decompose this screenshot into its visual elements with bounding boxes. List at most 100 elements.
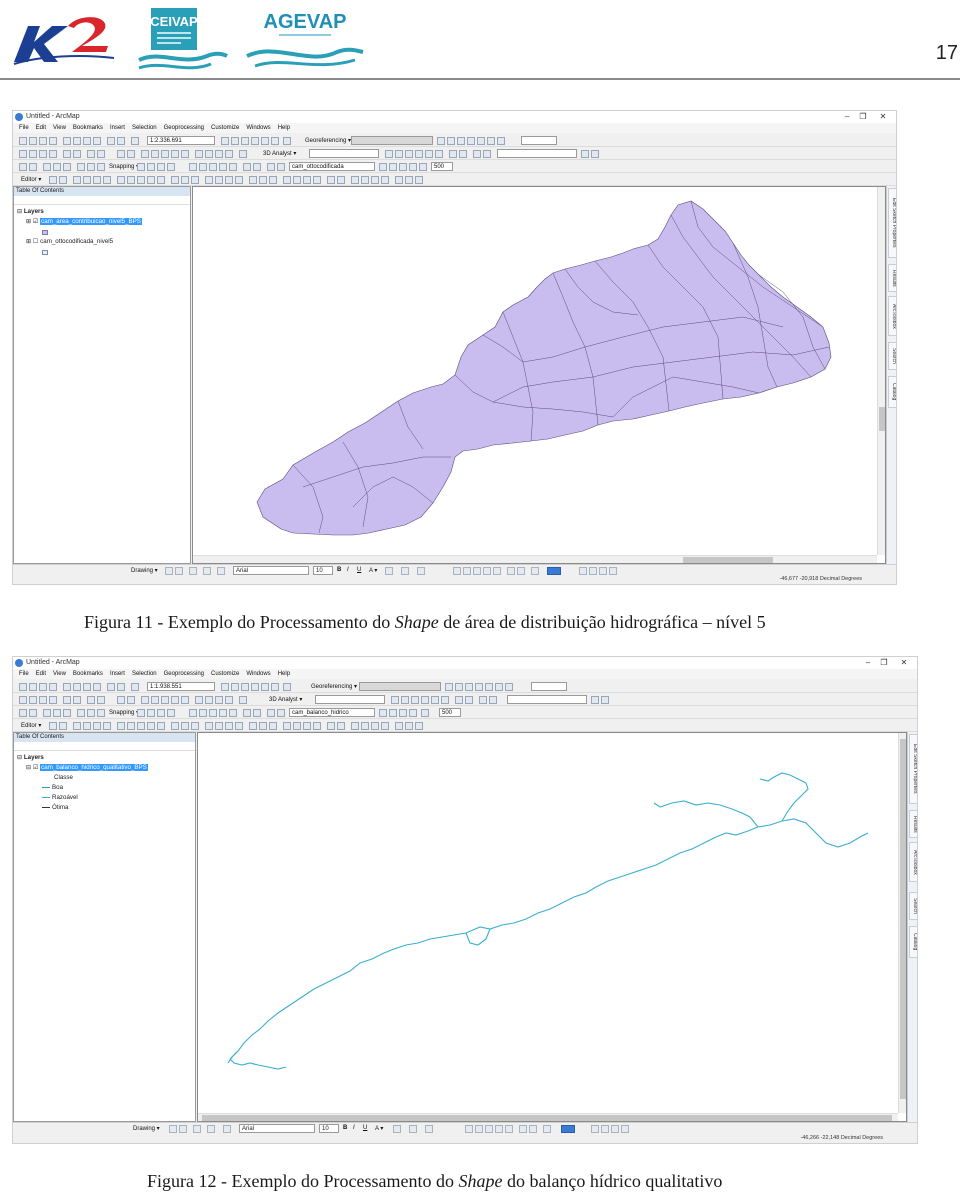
- snapping-tool-7-icon[interactable]: [87, 709, 95, 717]
- identify-icon[interactable]: [151, 696, 159, 704]
- menu-customize[interactable]: Customize: [211, 669, 239, 679]
- copy-icon[interactable]: [73, 683, 81, 691]
- editing-tool-5-icon[interactable]: [229, 163, 237, 171]
- edit-annotation-icon[interactable]: [59, 722, 67, 730]
- select-elements-icon[interactable]: [141, 696, 149, 704]
- vertex-snapping-icon[interactable]: [157, 709, 165, 717]
- editor-tool-12-icon[interactable]: [249, 176, 257, 184]
- dock-tab-catalog[interactable]: Catalog: [909, 926, 917, 958]
- menu-customize[interactable]: Customize: [211, 123, 239, 133]
- layer-tool-5-icon[interactable]: [419, 163, 427, 171]
- end-point-arc-icon[interactable]: [83, 722, 91, 730]
- editor-tool-19-icon[interactable]: [327, 176, 335, 184]
- minimize-button[interactable]: –: [863, 658, 873, 668]
- layer-tool-4-icon[interactable]: [409, 709, 417, 717]
- pan-icon[interactable]: [39, 696, 47, 704]
- find-icon[interactable]: [195, 150, 203, 158]
- find-icon[interactable]: [195, 696, 203, 704]
- forward-icon[interactable]: [97, 150, 105, 158]
- select-element-icon[interactable]: [165, 567, 173, 575]
- editor-tool-21-icon[interactable]: [351, 176, 359, 184]
- underline-button[interactable]: U: [363, 1125, 367, 1131]
- editor-tool-20-icon[interactable]: [337, 176, 345, 184]
- georef-layer-combo[interactable]: [351, 136, 433, 145]
- split-icon[interactable]: [147, 722, 155, 730]
- end-snapping-icon[interactable]: [147, 709, 155, 717]
- snapping-tool-3-icon[interactable]: [43, 709, 51, 717]
- rectangle-icon[interactable]: [193, 1125, 201, 1133]
- georef-tool-4-icon[interactable]: [467, 137, 475, 145]
- snapping-tool-1-icon[interactable]: [19, 163, 27, 171]
- effects-tool-1-icon[interactable]: [591, 696, 599, 704]
- 3d-analyst-menu[interactable]: 3D Analyst ▾: [269, 696, 302, 704]
- editing-tool-3-icon[interactable]: [209, 163, 217, 171]
- menu-geoprocessing[interactable]: Geoprocessing: [164, 669, 204, 679]
- editor-tool-14-icon[interactable]: [269, 722, 277, 730]
- zoom-out-icon[interactable]: [29, 696, 37, 704]
- layer-tool-4-icon[interactable]: [409, 163, 417, 171]
- editor-tool-26-icon[interactable]: [405, 722, 413, 730]
- layer-tool-3-icon[interactable]: [399, 163, 407, 171]
- snapping-tool-3-icon[interactable]: [43, 163, 51, 171]
- dock-tab-edit-sketch[interactable]: Edit Sketch Properties: [888, 188, 896, 258]
- sketch-properties-icon[interactable]: [181, 722, 189, 730]
- editor-tool-21-icon[interactable]: [351, 722, 359, 730]
- editor-menu[interactable]: Editor ▾: [21, 176, 41, 184]
- 3d-tool-8-icon[interactable]: [459, 150, 467, 158]
- undo-edit-icon[interactable]: [267, 163, 275, 171]
- draw-tool-6-icon[interactable]: [507, 567, 515, 575]
- draw-tool-4-icon[interactable]: [483, 567, 491, 575]
- layer-tool-2-icon[interactable]: [389, 709, 397, 717]
- find-route-icon[interactable]: [205, 150, 213, 158]
- menu-view[interactable]: View: [53, 669, 66, 679]
- clear-selection-icon[interactable]: [127, 696, 135, 704]
- editor-tool-15-icon[interactable]: [283, 722, 291, 730]
- dock-tab-arctoolbox[interactable]: ArcToolbox: [909, 842, 917, 882]
- scale-combo[interactable]: 1:1.938.551: [147, 682, 215, 691]
- hyperlink-icon[interactable]: [161, 696, 169, 704]
- text-icon[interactable]: [203, 567, 211, 575]
- vertical-scroll-thumb[interactable]: [900, 739, 906, 1099]
- editor-tool-18-icon[interactable]: [313, 722, 321, 730]
- menu-file[interactable]: File: [19, 123, 29, 133]
- editor-toolbar-icon[interactable]: [221, 683, 229, 691]
- editor-tool-13-icon[interactable]: [259, 176, 267, 184]
- clear-selection-icon[interactable]: [127, 150, 135, 158]
- editor-menu[interactable]: Editor ▾: [21, 722, 41, 730]
- draw-tool-7-icon[interactable]: [529, 1125, 537, 1133]
- menu-selection[interactable]: Selection: [132, 669, 157, 679]
- print-icon[interactable]: [49, 683, 57, 691]
- redo-icon[interactable]: [117, 683, 125, 691]
- convert-icon[interactable]: [217, 567, 225, 575]
- georef-tool-3-icon[interactable]: [457, 137, 465, 145]
- zoom-in-icon[interactable]: [19, 696, 27, 704]
- measure-icon[interactable]: [181, 696, 189, 704]
- editor-tool-17-icon[interactable]: [303, 722, 311, 730]
- menu-view[interactable]: View: [53, 123, 66, 133]
- editor-tool-22-icon[interactable]: [361, 722, 369, 730]
- rotate-element-icon[interactable]: [179, 1125, 187, 1133]
- snapping-menu[interactable]: Snapping ▾: [109, 709, 139, 717]
- toc-icon[interactable]: [231, 683, 239, 691]
- editor-tool-27-icon[interactable]: [415, 722, 423, 730]
- layer-select-combo[interactable]: cam_ottocodificada: [289, 162, 375, 171]
- snapping-tool-2-icon[interactable]: [29, 163, 37, 171]
- layer-tool-3-icon[interactable]: [399, 709, 407, 717]
- editor-tool-25-icon[interactable]: [395, 722, 403, 730]
- new-map-icon[interactable]: [19, 683, 27, 691]
- underline-button[interactable]: U: [357, 567, 361, 573]
- map-vertical-scrollbar[interactable]: [877, 187, 885, 555]
- highlight-color-icon[interactable]: [547, 567, 561, 575]
- georef-tool-1-icon[interactable]: [445, 683, 453, 691]
- bold-button[interactable]: B: [337, 567, 341, 573]
- editor-tool-16-icon[interactable]: [293, 176, 301, 184]
- 3d-tool-7-icon[interactable]: [455, 696, 463, 704]
- font-combo[interactable]: Arial: [233, 566, 309, 575]
- editing-tool-6-icon[interactable]: [243, 163, 251, 171]
- editor-tool-22-icon[interactable]: [361, 176, 369, 184]
- cut-icon[interactable]: [63, 137, 71, 145]
- effects-tool-2-icon[interactable]: [591, 150, 599, 158]
- point-snapping-icon[interactable]: [137, 709, 145, 717]
- italic-button[interactable]: I: [353, 1125, 355, 1131]
- point-icon[interactable]: [103, 722, 111, 730]
